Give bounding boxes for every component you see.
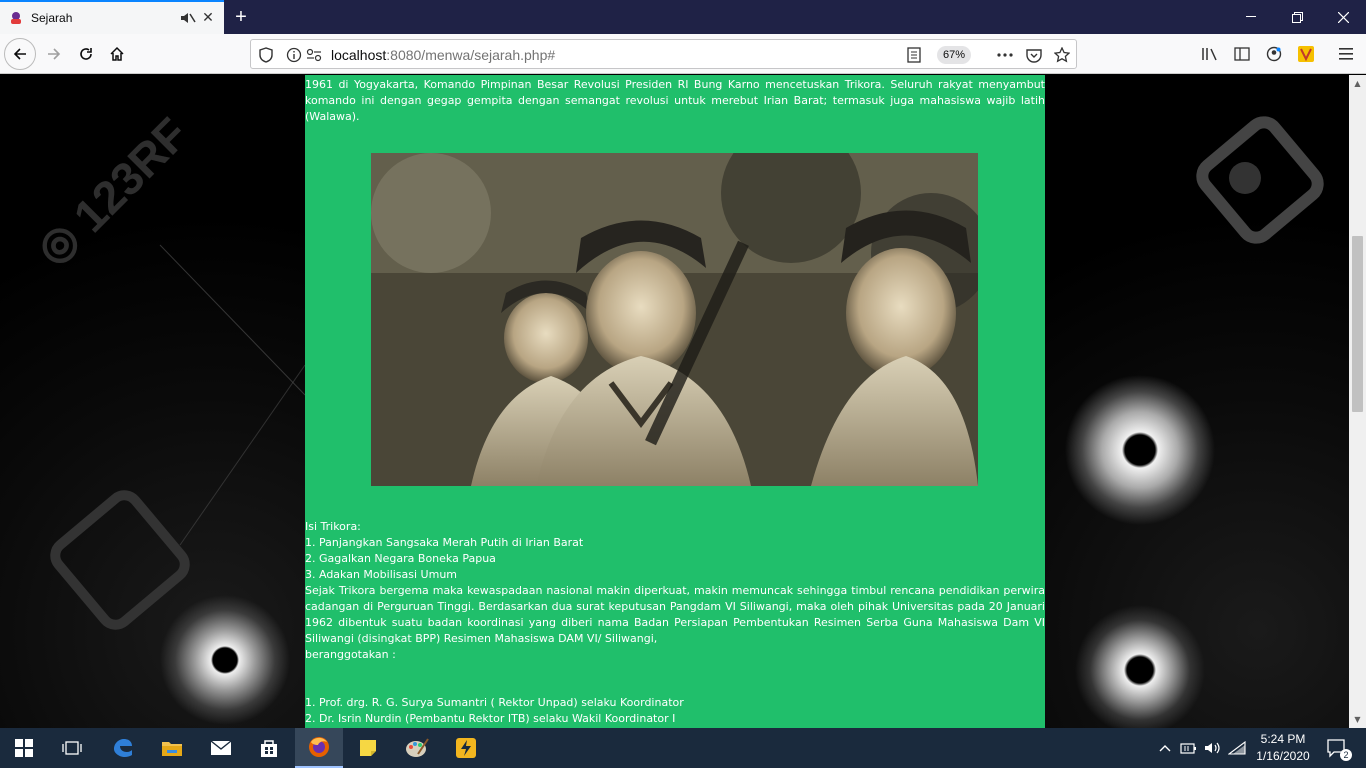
- windows-taskbar: 5:24 PM 1/16/2020 2: [0, 728, 1366, 768]
- paint-palette-icon: [406, 738, 429, 757]
- members-label: beranggotakan :: [305, 648, 396, 661]
- reload-icon: [80, 48, 92, 60]
- extension-button[interactable]: [1290, 38, 1322, 70]
- site-info-icon[interactable]: [285, 46, 303, 64]
- edge-browser-icon: [114, 739, 132, 757]
- member-item: 1. Prof. drg. R. G. Surya Sumantri ( Rek…: [305, 696, 684, 709]
- reload-button[interactable]: [70, 38, 102, 70]
- account-button[interactable]: [1258, 38, 1290, 70]
- taskbar-edge[interactable]: [99, 728, 147, 768]
- background-right: [1045, 75, 1349, 728]
- content-column: 1961 di Yogyakarta, Komando Pimpinan Bes…: [305, 75, 1045, 728]
- task-view-icon: [62, 741, 82, 755]
- forward-button[interactable]: [38, 38, 70, 70]
- new-tab-button[interactable]: +: [228, 4, 254, 30]
- store-bag-icon: [261, 740, 277, 757]
- tab-close-icon[interactable]: ✕: [200, 10, 216, 26]
- bookmark-star-icon[interactable]: [1053, 46, 1071, 64]
- system-clock[interactable]: 5:24 PM 1/16/2020: [1242, 731, 1324, 765]
- tracking-shield-icon[interactable]: [257, 46, 275, 64]
- intro-paragraph: 1961 di Yogyakarta, Komando Pimpinan Bes…: [305, 78, 1045, 123]
- library-button[interactable]: [1194, 38, 1226, 70]
- permissions-icon[interactable]: [305, 46, 323, 64]
- tab-mute-icon[interactable]: [180, 10, 196, 26]
- restore-button[interactable]: [1274, 0, 1320, 34]
- site-favicon-icon: [8, 10, 24, 26]
- home-icon: [110, 46, 124, 61]
- battery-plug-icon: [1180, 743, 1196, 754]
- taskbar-paint[interactable]: [393, 728, 441, 768]
- folder-icon: [162, 742, 182, 756]
- home-button[interactable]: [101, 38, 133, 70]
- chevron-up-icon: [1159, 745, 1171, 752]
- scrollbar-thumb[interactable]: [1352, 236, 1363, 412]
- trikora-heading: Isi Trikora:: [305, 520, 361, 533]
- extension-v-icon: [1298, 46, 1314, 62]
- power-status-button[interactable]: [1178, 728, 1200, 768]
- firefox-icon: [309, 737, 329, 757]
- background-texture: [1196, 116, 1324, 244]
- taskbar-firefox[interactable]: [295, 728, 343, 768]
- sticky-notes-icon: [360, 740, 376, 756]
- trikora-item-1: 1. Panjangkan Sangsaka Merah Putih di Ir…: [305, 536, 584, 549]
- background-texture: [50, 244, 305, 630]
- taskbar-sticky-notes[interactable]: [344, 728, 392, 768]
- history-paragraph: Sejak Trikora bergema maka kewaspadaan n…: [305, 584, 1045, 645]
- scroll-down-arrow-icon[interactable]: ▼: [1349, 711, 1366, 728]
- close-window-button[interactable]: [1320, 0, 1366, 34]
- action-center-button[interactable]: 2: [1320, 728, 1354, 768]
- start-button[interactable]: [0, 728, 48, 768]
- library-icon: [1202, 48, 1217, 61]
- notification-count-badge: 2: [1340, 749, 1352, 761]
- url-text[interactable]: localhost:8080/menwa/sejarah.php#: [331, 47, 555, 63]
- tab-title: Sejarah: [31, 11, 73, 25]
- account-icon: [1266, 46, 1282, 62]
- member-item: 2. Dr. Isrin Nurdin (Pembantu Rektor ITB…: [305, 712, 676, 725]
- tab-sejarah[interactable]: Sejarah ✕: [0, 0, 224, 34]
- pocket-icon[interactable]: [1025, 46, 1043, 64]
- hamburger-menu-icon: [1339, 48, 1353, 60]
- sidebar-icon: [1234, 47, 1250, 61]
- page-viewport: ⦾ 123RF 1961 di Yogyakarta, Komando Pimp…: [0, 75, 1349, 728]
- task-view-button[interactable]: [48, 728, 96, 768]
- historical-photo: [371, 153, 978, 486]
- trikora-section: Isi Trikora: 1. Panjangkan Sangsaka Mera…: [305, 519, 1045, 663]
- navigation-toolbar: localhost:8080/menwa/sejarah.php# 67%: [0, 34, 1366, 74]
- url-bar[interactable]: localhost:8080/menwa/sejarah.php# 67%: [250, 39, 1077, 69]
- volume-button[interactable]: [1202, 728, 1224, 768]
- forward-arrow-icon: [48, 48, 61, 60]
- background-left: ⦾ 123RF: [0, 75, 305, 728]
- lightning-app-icon: [456, 738, 476, 758]
- soldiers-photo-image: [371, 153, 978, 486]
- menu-button[interactable]: [1330, 38, 1362, 70]
- page-actions-icon[interactable]: [996, 46, 1014, 64]
- speaker-icon: [1205, 742, 1220, 754]
- url-host: localhost: [331, 47, 387, 63]
- windows-logo-icon: [15, 739, 33, 757]
- minimize-button[interactable]: [1228, 0, 1274, 34]
- scroll-up-arrow-icon[interactable]: ▲: [1349, 75, 1366, 92]
- taskbar-app[interactable]: [442, 728, 490, 768]
- taskbar-mail[interactable]: [197, 728, 245, 768]
- show-hidden-icons-button[interactable]: [1155, 728, 1175, 768]
- members-list: 1. Prof. drg. R. G. Surya Sumantri ( Rek…: [305, 695, 1045, 727]
- trikora-item-2: 2. Gagalkan Negara Boneka Papua: [305, 552, 496, 565]
- tab-bar: Sejarah ✕ +: [0, 0, 1366, 34]
- zoom-level-badge[interactable]: 67%: [937, 46, 972, 64]
- sidebar-button[interactable]: [1226, 38, 1258, 70]
- vertical-scrollbar[interactable]: ▲ ▼: [1349, 75, 1366, 728]
- reader-view-icon[interactable]: [905, 46, 923, 64]
- clock-time: 5:24 PM: [1260, 732, 1306, 746]
- back-arrow-icon: [13, 48, 26, 60]
- taskbar-file-explorer[interactable]: [148, 728, 196, 768]
- mail-icon: [210, 740, 232, 755]
- url-path: :8080/menwa/sejarah.php#: [386, 47, 556, 63]
- trikora-item-3: 3. Adakan Mobilisasi Umum: [305, 568, 458, 581]
- clock-date: 1/16/2020: [1256, 749, 1310, 763]
- back-button[interactable]: [4, 38, 36, 70]
- taskbar-store[interactable]: [245, 728, 293, 768]
